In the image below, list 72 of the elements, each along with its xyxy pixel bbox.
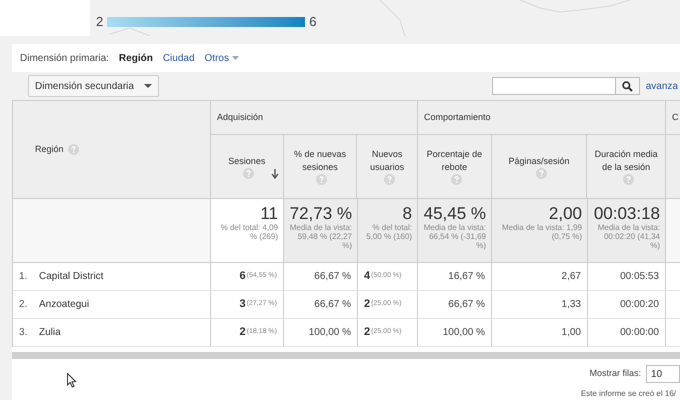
- cell-value: 16,67 %: [448, 270, 485, 284]
- rows-select[interactable]: 10: [646, 365, 680, 383]
- dimension-link[interactable]: Región: [118, 50, 153, 66]
- region-name[interactable]: Zulia: [39, 325, 61, 340]
- total-note: % del total: 4,09 % (269): [220, 223, 278, 241]
- total-value: 45,45 %: [424, 205, 486, 223]
- row-index: 2.: [19, 298, 28, 312]
- total-note: Media de la vista: 00:02:20 (41,34 %): [596, 223, 660, 250]
- cell-value: 66,67 %: [314, 270, 351, 284]
- advanced-link[interactable]: avanza: [646, 78, 678, 94]
- column-header[interactable]: Porcentaje de rebote: [424, 148, 485, 174]
- caret-icon: [232, 56, 239, 60]
- cell-value: 2: [364, 297, 370, 312]
- row-index: 3.: [19, 326, 28, 340]
- search-field[interactable]: [492, 77, 616, 95]
- column-header[interactable]: Sesiones: [228, 154, 266, 168]
- column-header: Región: [35, 142, 64, 156]
- legend-min: 2: [96, 13, 104, 31]
- help-icon[interactable]: [536, 168, 546, 178]
- cell-value: 66,67 %: [314, 298, 351, 312]
- cell-value: 100,00 %: [308, 326, 351, 340]
- total-value: 2,00: [548, 205, 582, 223]
- region-name[interactable]: Capital District: [39, 269, 104, 284]
- cell-value: 4: [364, 269, 370, 284]
- cell-value: 1,00: [562, 326, 581, 340]
- column-header[interactable]: Páginas/sesión: [508, 154, 570, 168]
- search-icon: [622, 80, 633, 92]
- report-note: Este informe se creó el 16/: [580, 389, 676, 399]
- cell-value: 00:05:53: [620, 270, 659, 284]
- total-note: % del total: 5,00 % (160): [365, 223, 412, 241]
- cell-value: 2,67: [562, 270, 581, 284]
- cell-value: 00:00:20: [620, 298, 659, 312]
- group-header: Adquisición: [217, 110, 264, 124]
- dimension-link[interactable]: Otros: [204, 50, 239, 66]
- total-value: 00:03:18: [594, 205, 660, 223]
- rows-label: Mostrar filas:: [589, 367, 641, 380]
- total-note: Media de la vista: 59,48 % (22,27 %): [289, 223, 352, 250]
- cell-value: 2: [240, 325, 246, 340]
- total-value: 72,73 %: [290, 205, 352, 223]
- search-button[interactable]: [616, 77, 640, 95]
- group-header: Comportamiento: [424, 110, 491, 124]
- help-icon[interactable]: [450, 174, 462, 185]
- cell-value: 100,00 %: [442, 326, 485, 340]
- cell-value: 00:00:00: [620, 326, 659, 340]
- total-value: 8: [402, 205, 412, 223]
- primary-dimension-label: Dimensión primaria:: [20, 52, 109, 66]
- cell-value: 3: [240, 297, 246, 312]
- total-note: Media de la vista: 1,99 (0,75 %): [500, 223, 582, 241]
- help-icon[interactable]: [316, 174, 328, 185]
- cell-value: 6: [240, 269, 246, 284]
- secondary-dimension-button[interactable]: Dimensión secundaria: [28, 75, 159, 97]
- group-header: C: [672, 110, 678, 124]
- caret-icon: [144, 84, 152, 88]
- column-header[interactable]: Nuevos usuarios: [363, 148, 411, 174]
- total-note: Media de la vista: 66,54 % (-31,69 %): [423, 223, 486, 250]
- help-icon[interactable]: [622, 174, 634, 185]
- sort-arrow-icon[interactable]: [270, 169, 279, 179]
- column-header[interactable]: Duración media de la sesión: [593, 148, 659, 174]
- legend-max: 6: [309, 13, 316, 31]
- cursor-icon: [67, 373, 77, 388]
- cell-value: 1,33: [562, 298, 581, 312]
- horizontal-scrollbar[interactable]: [12, 352, 680, 359]
- help-icon[interactable]: [384, 174, 395, 185]
- help-icon[interactable]: [68, 144, 79, 155]
- column-header[interactable]: % de nuevas sesiones: [290, 148, 350, 174]
- help-icon[interactable]: [243, 168, 254, 178]
- dimension-link[interactable]: Ciudad: [162, 50, 195, 66]
- cell-value: 2: [364, 325, 370, 340]
- region-name[interactable]: Anzoategui: [39, 297, 90, 312]
- total-value: 11: [260, 205, 278, 223]
- row-index: 1.: [19, 270, 28, 284]
- cell-value: 66,67 %: [448, 298, 485, 312]
